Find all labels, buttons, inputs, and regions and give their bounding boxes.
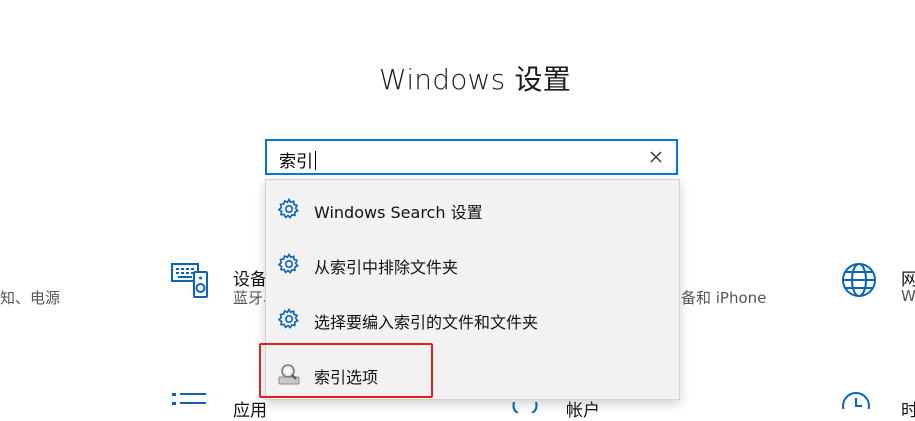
partial-tile-desc-left: 知、电源 (0, 289, 61, 307)
search-box[interactable]: 索引 (265, 139, 678, 175)
suggestion-label: 选择要编入索引的文件和文件夹 (314, 313, 539, 332)
apps-icon (170, 390, 208, 409)
suggestion-exclude-folders[interactable]: 从索引中排除文件夹 (266, 237, 679, 292)
text-caret (315, 151, 316, 170)
gear-icon (277, 307, 300, 330)
devices-icon (170, 261, 210, 299)
gear-icon (277, 197, 300, 220)
search-input[interactable]: 索引 (279, 147, 316, 172)
clock-icon (840, 390, 878, 420)
suggestion-choose-indexed-files[interactable]: 选择要编入索引的文件和文件夹 (266, 292, 679, 347)
globe-icon (840, 261, 878, 299)
network-desc: W (901, 287, 915, 305)
gear-icon (277, 252, 300, 275)
phone-desc: 备和 iPhone (681, 289, 767, 307)
suggestion-label: 从索引中排除文件夹 (314, 258, 459, 277)
close-icon[interactable] (646, 147, 666, 167)
suggestion-windows-search-settings[interactable]: Windows Search 设置 (266, 182, 679, 237)
suggestion-label: Windows Search 设置 (314, 203, 483, 222)
highlight-box (259, 343, 433, 398)
page-title: Windows 设置 (379, 63, 571, 96)
